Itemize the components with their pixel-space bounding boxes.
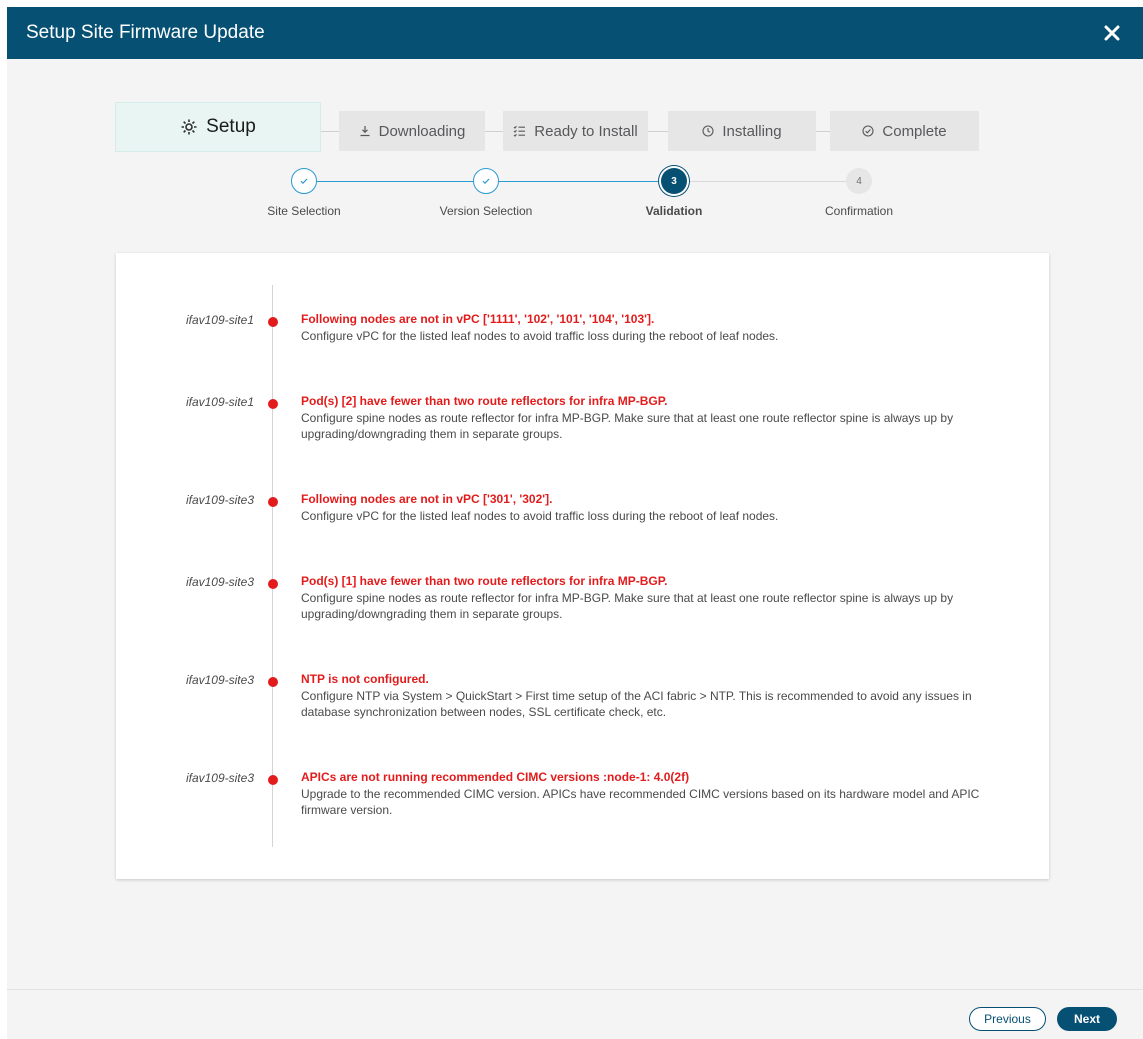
- entry-site-name: ifav109-site1: [185, 395, 254, 409]
- entry-error-title: APICs are not running recommended CIMC v…: [301, 770, 690, 784]
- close-icon[interactable]: [1101, 22, 1123, 44]
- step-site-selection-check-icon[interactable]: [291, 168, 317, 194]
- error-dot-icon: [268, 579, 278, 589]
- stage-downloading-label: Downloading: [378, 122, 466, 140]
- entry-error-title: Pod(s) [1] have fewer than two route ref…: [301, 574, 668, 588]
- step-confirmation-label: Confirmation: [824, 204, 894, 218]
- validation-panel: ifav109-site1 Following nodes are not in…: [116, 253, 1049, 879]
- stage-complete[interactable]: Complete: [830, 111, 979, 151]
- clock-icon: [702, 125, 714, 137]
- gear-icon: [180, 118, 198, 136]
- step-version-selection-check-icon[interactable]: [473, 168, 499, 194]
- step-progress-line: [499, 181, 661, 182]
- entry-site-name: ifav109-site3: [185, 575, 254, 589]
- stage-connector: [648, 131, 668, 132]
- step-site-selection-label: Site Selection: [267, 204, 341, 218]
- step-progress-line: [687, 181, 846, 182]
- check-circle-icon: [862, 125, 874, 137]
- timeline-line: [272, 285, 273, 847]
- entry-site-name: ifav109-site3: [185, 493, 254, 507]
- error-dot-icon: [268, 317, 278, 327]
- firmware-update-dialog: Setup Site Firmware Update Setup Downloa…: [7, 7, 1143, 1039]
- checklist-icon: [513, 125, 526, 137]
- error-dot-icon: [268, 399, 278, 409]
- previous-button[interactable]: Previous: [969, 1007, 1046, 1031]
- error-dot-icon: [268, 497, 278, 507]
- entry-error-description: Configure NTP via System > QuickStart > …: [301, 689, 972, 719]
- entry-error-title: Following nodes are not in vPC ['1111', …: [301, 312, 655, 326]
- stage-installing[interactable]: Installing: [668, 111, 816, 151]
- dialog-footer: Previous Next: [7, 989, 1143, 1039]
- stage-ready-label: Ready to Install: [534, 122, 638, 140]
- next-button[interactable]: Next: [1057, 1007, 1117, 1031]
- dialog-header: Setup Site Firmware Update: [7, 7, 1143, 59]
- step-confirmation-number[interactable]: 4: [846, 168, 872, 194]
- step-progress-line: [317, 181, 473, 182]
- entry-error-title: Following nodes are not in vPC ['301', '…: [301, 492, 553, 506]
- entry-site-name: ifav109-site3: [185, 771, 254, 785]
- stage-setup-label: Setup: [206, 116, 256, 137]
- dialog-title: Setup Site Firmware Update: [26, 22, 265, 43]
- entry-error-title: NTP is not configured.: [301, 672, 429, 686]
- stage-downloading[interactable]: Downloading: [339, 111, 485, 151]
- entry-error-description: Configure vPC for the listed leaf nodes …: [301, 509, 779, 523]
- stage-ready-to-install[interactable]: Ready to Install: [503, 111, 648, 151]
- stage-complete-label: Complete: [882, 122, 947, 140]
- entry-error-description: Configure spine nodes as route reflector…: [301, 591, 954, 621]
- stage-connector: [485, 131, 503, 132]
- download-icon: [359, 125, 371, 137]
- entry-error-description: Upgrade to the recommended CIMC version.…: [301, 787, 980, 817]
- stage-installing-label: Installing: [722, 122, 782, 140]
- step-validation-label: Validation: [645, 204, 703, 218]
- stage-setup[interactable]: Setup: [115, 102, 321, 152]
- error-dot-icon: [268, 677, 278, 687]
- step-version-selection-label: Version Selection: [439, 204, 533, 218]
- entry-error-description: Configure vPC for the listed leaf nodes …: [301, 329, 779, 343]
- step-validation-number[interactable]: 3: [661, 168, 687, 194]
- stage-connector: [321, 131, 339, 132]
- entry-error-title: Pod(s) [2] have fewer than two route ref…: [301, 394, 668, 408]
- error-dot-icon: [268, 775, 278, 785]
- entry-site-name: ifav109-site1: [185, 313, 254, 327]
- entry-error-description: Configure spine nodes as route reflector…: [301, 411, 954, 441]
- stage-connector: [816, 131, 830, 132]
- entry-site-name: ifav109-site3: [185, 673, 254, 687]
